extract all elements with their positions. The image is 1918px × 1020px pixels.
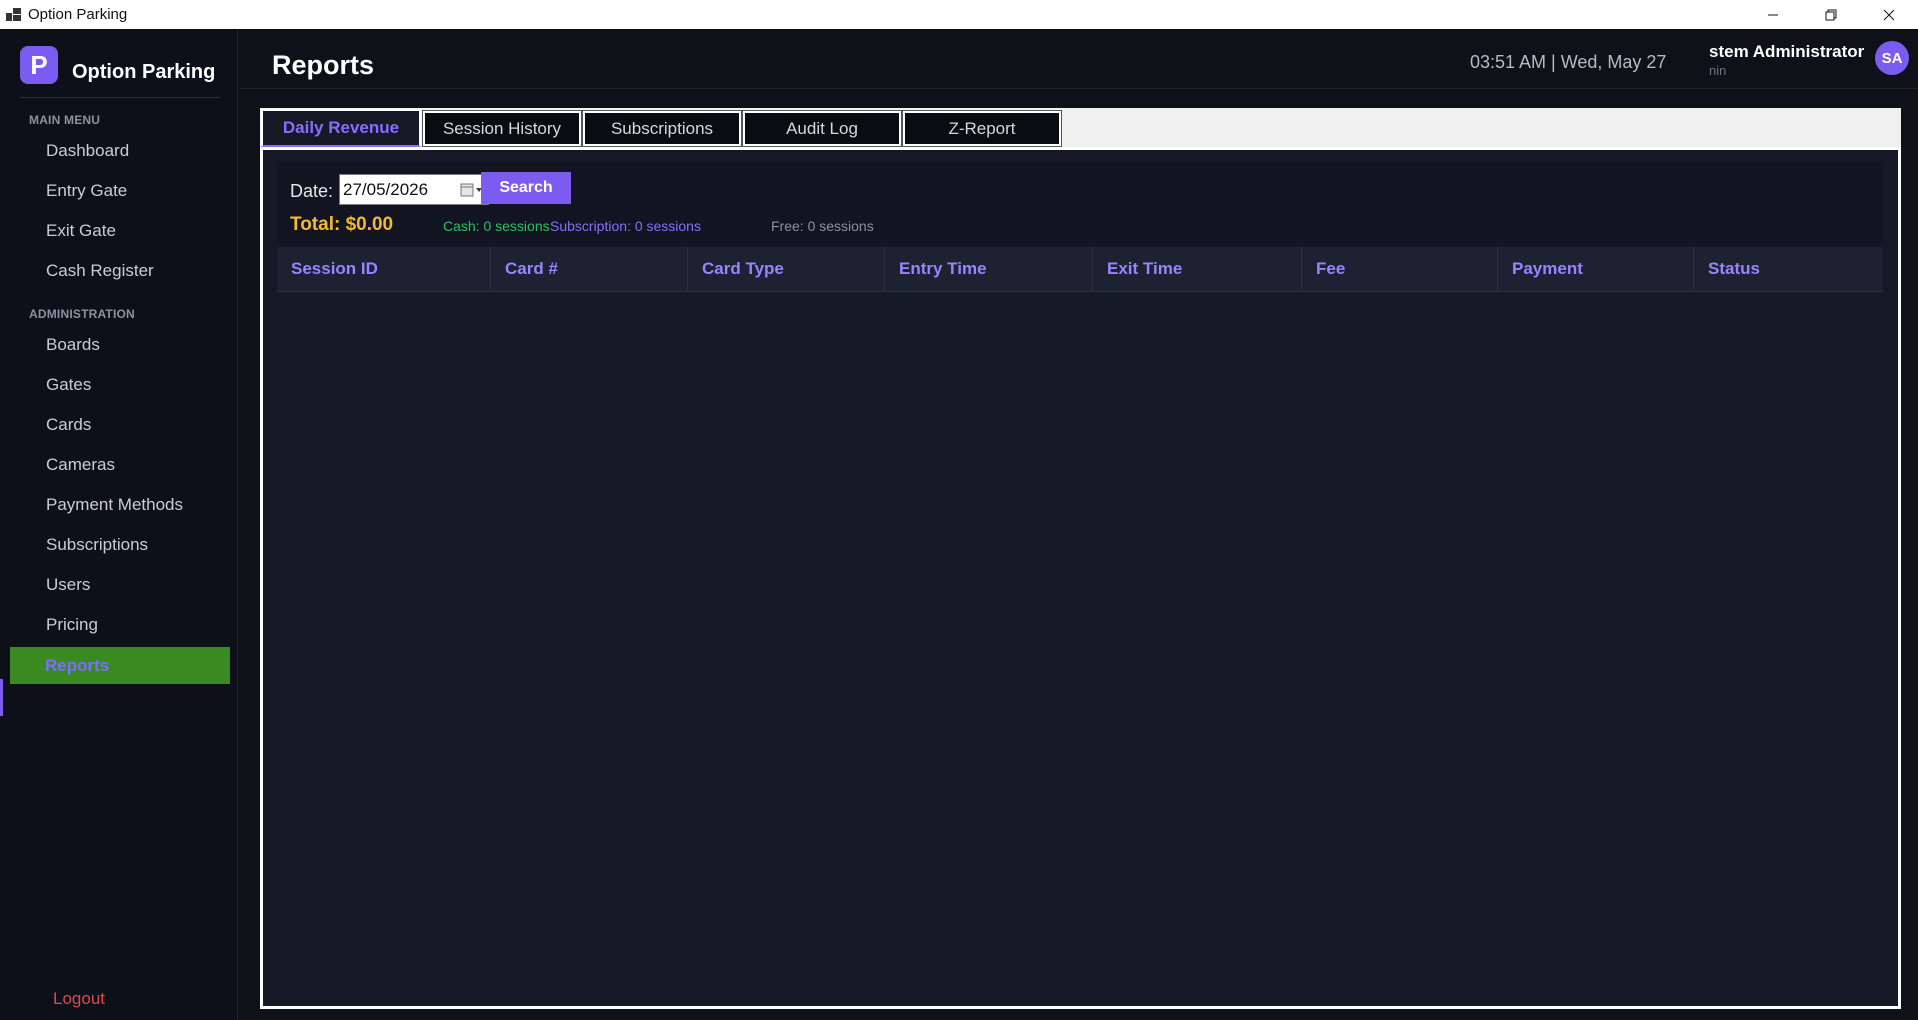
date-value: 27/05/2026 [343, 179, 429, 199]
page-title: Reports [272, 50, 375, 80]
logout-button[interactable]: Logout [53, 989, 105, 1009]
sidebar-item-subscriptions[interactable]: Subscriptions [10, 526, 230, 563]
user-role: nin [1709, 63, 1727, 78]
window-titlebar: Option Parking [0, 0, 1918, 29]
table-header: Session ID Card # Card Type Entry Time E… [277, 247, 1883, 292]
search-button[interactable]: Search [481, 172, 571, 204]
tab-daily-revenue[interactable]: Daily Revenue [261, 109, 421, 147]
restore-button[interactable] [1802, 0, 1860, 29]
close-icon [1883, 9, 1895, 20]
column-header-card-number[interactable]: Card # [491, 247, 688, 291]
brand-name: Option Parking [72, 60, 216, 83]
sidebar-item-cameras[interactable]: Cameras [10, 446, 230, 483]
tab-subscriptions[interactable]: Subscriptions [582, 110, 742, 147]
filter-bar: Date: 27/05/2026 Search Total: $0.00 Cas… [277, 162, 1883, 242]
column-header-session-id[interactable]: Session ID [277, 247, 491, 291]
sidebar-item-entry-gate[interactable]: Entry Gate [10, 172, 230, 209]
sidebar-item-cash-register[interactable]: Cash Register [10, 252, 230, 289]
brand: P Option Parking [20, 46, 215, 84]
sidebar: P Option Parking MAIN MENU Dashboard Ent… [0, 29, 238, 1020]
column-header-card-type[interactable]: Card Type [688, 247, 885, 291]
daily-revenue-content: Date: 27/05/2026 Search Total: $0.00 Cas… [277, 162, 1883, 994]
sidebar-item-exit-gate[interactable]: Exit Gate [10, 212, 230, 249]
sidebar-item-payment-methods[interactable]: Payment Methods [10, 486, 230, 523]
sidebar-item-users[interactable]: Users [10, 566, 230, 603]
column-header-entry-time[interactable]: Entry Time [885, 247, 1093, 291]
user-name: stem Administrator [1709, 42, 1865, 61]
free-sessions: Free: 0 sessions [771, 218, 874, 234]
minimize-icon [1768, 14, 1778, 15]
column-header-exit-time[interactable]: Exit Time [1093, 247, 1302, 291]
cash-sessions: Cash: 0 sessions [443, 218, 550, 234]
active-indicator [0, 679, 3, 716]
restore-icon [1825, 9, 1837, 20]
sidebar-item-cards[interactable]: Cards [10, 406, 230, 443]
subscription-sessions: Subscription: 0 sessions [550, 218, 701, 234]
date-picker[interactable]: 27/05/2026 [339, 174, 489, 205]
brand-logo: P [20, 46, 58, 84]
tab-session-history[interactable]: Session History [422, 110, 582, 147]
minimize-button[interactable] [1744, 0, 1802, 29]
sidebar-item-pricing[interactable]: Pricing [10, 606, 230, 643]
tab-z-report[interactable]: Z-Report [902, 110, 1062, 147]
sidebar-item-gates[interactable]: Gates [10, 366, 230, 403]
header-divider [240, 88, 1918, 89]
column-header-fee[interactable]: Fee [1302, 247, 1498, 291]
table-body [277, 292, 1883, 994]
tab-strip: Daily Revenue Session History Subscripti… [260, 108, 1901, 147]
section-title-administration: ADMINISTRATION [29, 307, 135, 321]
close-button[interactable] [1860, 0, 1918, 29]
column-header-payment[interactable]: Payment [1498, 247, 1694, 291]
clock: 03:51 AM | Wed, May 27 [1470, 52, 1667, 72]
sidebar-item-reports[interactable]: Reports [10, 647, 230, 684]
column-header-status[interactable]: Status [1694, 247, 1883, 291]
revenue-table: Session ID Card # Card Type Entry Time E… [277, 247, 1883, 994]
brand-divider [20, 97, 220, 98]
app-window-icon [6, 7, 22, 22]
tab-panel: Date: 27/05/2026 Search Total: $0.00 Cas… [260, 147, 1901, 1009]
date-label: Date: [290, 181, 334, 201]
window-title: Option Parking [28, 6, 128, 23]
sidebar-item-dashboard[interactable]: Dashboard [10, 132, 230, 169]
section-title-main-menu: MAIN MENU [29, 113, 101, 127]
avatar[interactable]: SA [1875, 41, 1909, 75]
total-amount: Total: $0.00 [290, 214, 394, 235]
sidebar-item-boards[interactable]: Boards [10, 326, 230, 363]
tab-audit-log[interactable]: Audit Log [742, 110, 902, 147]
